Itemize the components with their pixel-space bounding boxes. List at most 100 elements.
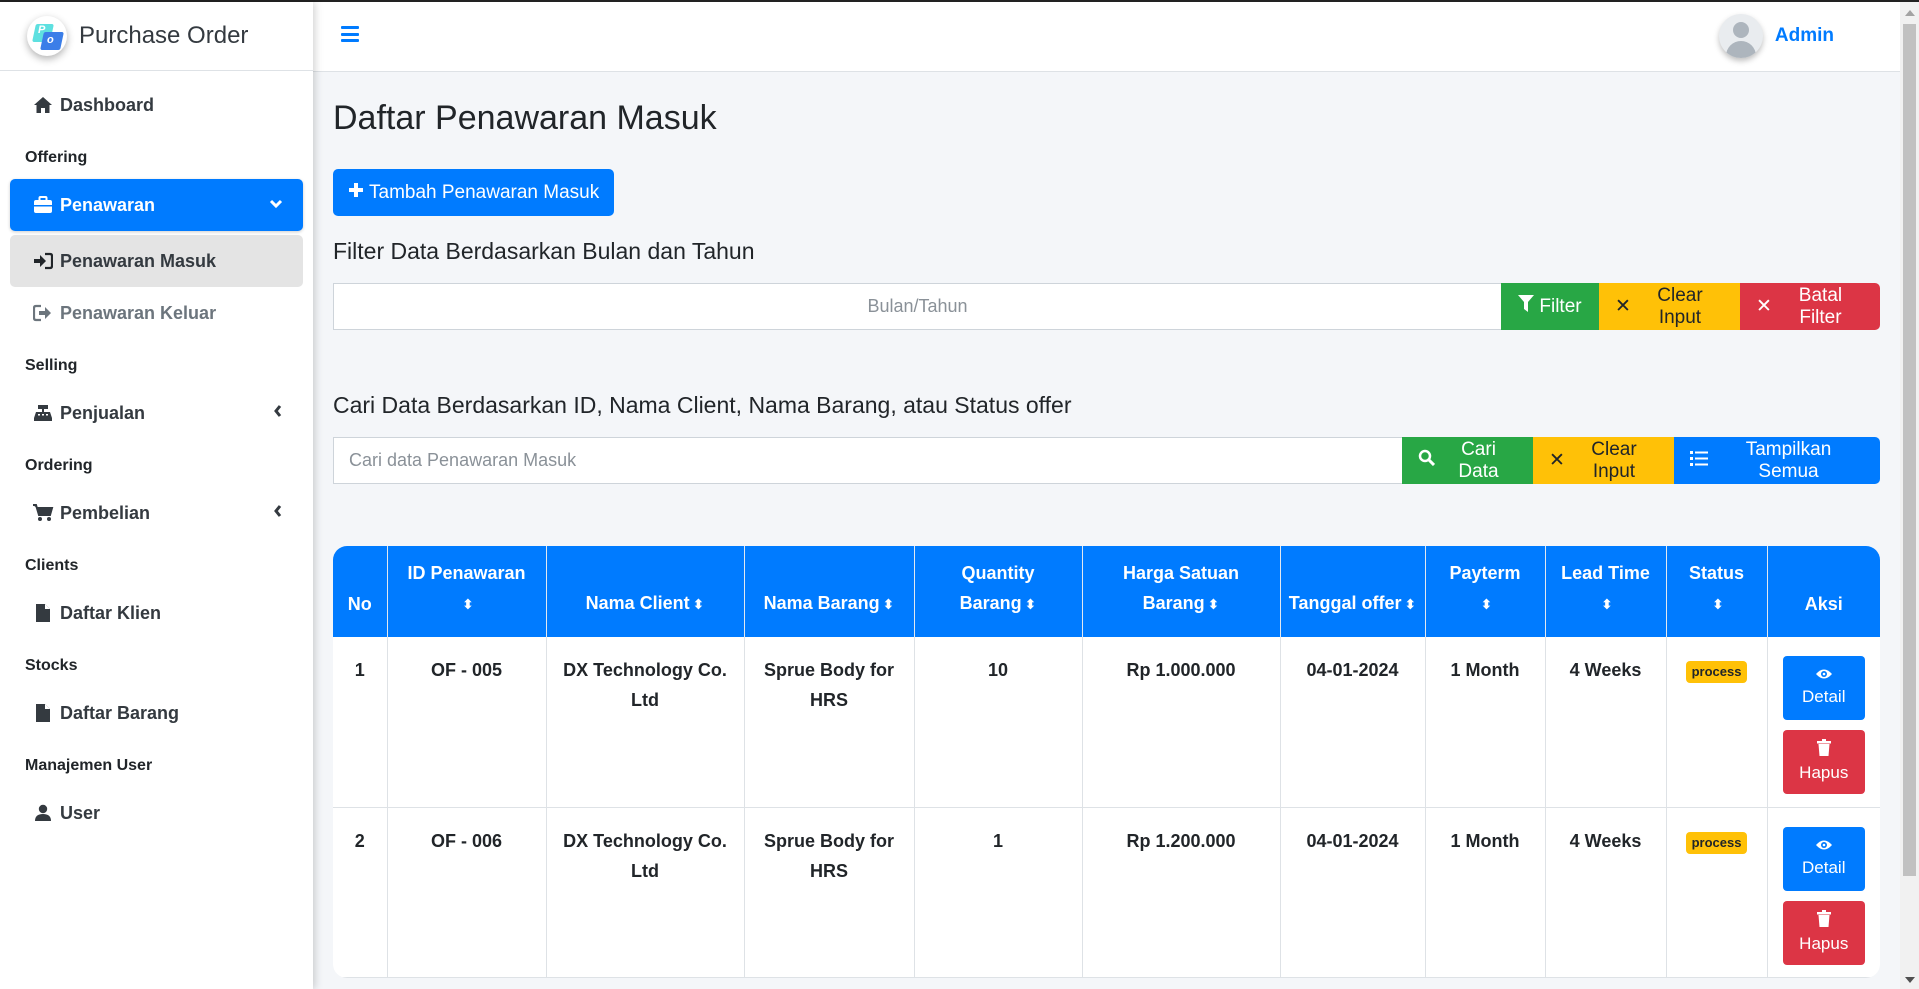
delete-label: Hapus — [1799, 763, 1849, 782]
filter-button-label: Filter — [1539, 295, 1582, 317]
brand-link[interactable]: P o Purchase Order — [0, 2, 313, 71]
cell-status: process — [1666, 807, 1768, 978]
scroll-down-icon[interactable] — [1905, 977, 1915, 983]
column-header-tanggal[interactable]: Tanggal offer ⬍ — [1280, 546, 1426, 637]
sidebar-item-penawaran-masuk[interactable]: Penawaran Masuk — [10, 235, 303, 287]
sort-icon[interactable]: ⬍ — [1404, 596, 1416, 612]
column-header-client[interactable]: Nama Client ⬍ — [546, 546, 745, 637]
clear-search-input-button[interactable]: ✕ Clear Input — [1533, 437, 1674, 484]
delete-button[interactable]: Hapus — [1782, 900, 1865, 965]
filter-button[interactable]: Filter — [1501, 283, 1599, 330]
column-header-id[interactable]: ID Penawaran ⬍ — [387, 546, 547, 637]
sort-icon[interactable]: ⬍ — [1712, 596, 1724, 612]
sort-icon[interactable]: ⬍ — [1601, 596, 1613, 612]
sidebar-item-label: Penjualan — [60, 402, 146, 423]
cell-client: DX Technology Co. Ltd — [546, 637, 745, 808]
cell-harga: Rp 1.000.000 — [1082, 637, 1281, 808]
sort-icon[interactable]: ⬍ — [883, 596, 895, 612]
cell-id: OF - 006 — [387, 807, 547, 978]
trash-icon — [1816, 909, 1831, 932]
cell-payterm: 1 Month — [1425, 637, 1546, 808]
main-content: Daftar Penawaran Masuk Tambah Penawaran … — [333, 72, 1880, 978]
sidebar-header-selling: Selling — [25, 357, 78, 374]
table-header-row: No ID Penawaran ⬍ Nama Client ⬍ Nama Baran… — [333, 546, 1880, 637]
column-header-payterm[interactable]: Payterm ⬍ — [1425, 546, 1546, 637]
clear-filter-input-button[interactable]: ✕ Clear Input — [1599, 283, 1740, 330]
chevron-down-icon — [269, 196, 283, 214]
sign-out-icon — [32, 304, 54, 322]
sort-icon[interactable]: ⬍ — [1208, 596, 1220, 612]
close-icon: ✕ — [1756, 296, 1772, 317]
sidebar-header-clients: Clients — [25, 557, 79, 574]
cell-harga: Rp 1.200.000 — [1082, 807, 1281, 978]
status-badge: process — [1685, 661, 1748, 683]
cell-barang: Sprue Body for HRS — [744, 637, 915, 808]
topbar: Admin — [313, 2, 1900, 72]
sort-icon[interactable]: ⬍ — [693, 596, 705, 612]
sidebar-item-pembelian[interactable]: Pembelian — [10, 487, 303, 539]
sidebar-item-dashboard[interactable]: Dashboard — [10, 79, 303, 131]
sidebar: P o Purchase Order Dashboard Offering Pe… — [0, 2, 313, 989]
cell-id: OF - 005 — [387, 637, 547, 808]
column-header-no: No — [333, 546, 388, 637]
sidebar-item-penawaran[interactable]: Penawaran — [10, 179, 303, 231]
column-header-lead-time[interactable]: Lead Time ⬍ — [1545, 546, 1667, 637]
filter-icon — [1518, 295, 1535, 318]
cash-register-icon — [32, 404, 54, 422]
scrollbar-thumb[interactable] — [1903, 24, 1916, 876]
cell-barang: Sprue Body for HRS — [744, 807, 915, 978]
close-icon: ✕ — [1549, 450, 1565, 471]
filter-group: Filter ✕ Clear Input ✕ Batal Filter — [333, 283, 1880, 330]
bars-icon[interactable] — [341, 26, 359, 42]
sidebar-item-label: Dashboard — [60, 94, 155, 115]
file-icon — [32, 703, 54, 723]
search-group: Cari Data ✕ Clear Input Tampilkan Semua — [333, 437, 1880, 484]
chevron-left-icon — [273, 404, 283, 423]
search-input[interactable] — [333, 437, 1402, 484]
sidebar-item-label: Daftar Barang — [60, 702, 180, 723]
plus-icon — [348, 182, 364, 204]
table-row: 1 OF - 005 DX Technology Co. Ltd Sprue B… — [333, 637, 1880, 808]
delete-button[interactable]: Hapus — [1782, 730, 1865, 794]
eye-icon — [1815, 667, 1833, 685]
column-header-barang[interactable]: Nama Barang ⬍ — [744, 546, 915, 637]
sidebar-item-label: Penawaran Keluar — [60, 302, 217, 323]
sort-icon[interactable]: ⬍ — [1481, 596, 1493, 612]
sidebar-item-label: Penawaran Masuk — [60, 250, 217, 271]
page-scrollbar[interactable] — [1900, 2, 1919, 989]
detail-button[interactable]: Detail — [1782, 826, 1865, 891]
cell-no: 1 — [333, 637, 388, 808]
briefcase-icon — [32, 196, 54, 214]
cancel-filter-button[interactable]: ✕ Batal Filter — [1740, 283, 1880, 330]
cell-actions: Detail Hapus — [1767, 637, 1880, 808]
cell-no: 2 — [333, 807, 388, 978]
column-header-harga[interactable]: Harga Satuan Barang ⬍ — [1082, 546, 1281, 637]
show-all-label: Tampilkan Semua — [1745, 438, 1832, 482]
sidebar-item-label: Daftar Klien — [60, 602, 162, 623]
sidebar-item-daftar-klien[interactable]: Daftar Klien — [10, 587, 303, 639]
sort-icon[interactable]: ⬍ — [1025, 596, 1037, 612]
sidebar-item-penjualan[interactable]: Penjualan — [10, 387, 303, 439]
cell-actions: Detail Hapus — [1767, 807, 1880, 978]
column-header-quantity[interactable]: Quantity Barang ⬍ — [914, 546, 1083, 637]
sort-icon[interactable]: ⬍ — [462, 596, 474, 612]
detail-button[interactable]: Detail — [1782, 656, 1865, 720]
month-year-input[interactable] — [333, 283, 1501, 330]
clear-button-label: Clear Input — [1591, 438, 1637, 482]
eye-icon — [1815, 838, 1833, 856]
status-badge: process — [1685, 831, 1748, 854]
search-button[interactable]: Cari Data — [1402, 437, 1533, 484]
scroll-up-icon[interactable] — [1905, 10, 1915, 16]
column-header-status[interactable]: Status ⬍ — [1666, 546, 1768, 637]
sidebar-item-user[interactable]: User — [10, 787, 303, 839]
sidebar-item-daftar-barang[interactable]: Daftar Barang — [10, 687, 303, 739]
app-logo-icon: P o — [27, 16, 67, 56]
add-offer-button[interactable]: Tambah Penawaran Masuk — [333, 169, 615, 216]
search-label: Cari Data Berdasarkan ID, Nama Client, N… — [333, 392, 1072, 418]
avatar — [1718, 14, 1763, 58]
show-all-button[interactable]: Tampilkan Semua — [1674, 437, 1880, 484]
close-icon: ✕ — [1615, 296, 1631, 317]
sidebar-item-penawaran-keluar[interactable]: Penawaran Keluar — [10, 287, 303, 339]
sidebar-item-label: Pembelian — [60, 502, 151, 523]
user-menu[interactable]: Admin — [1718, 14, 1834, 58]
